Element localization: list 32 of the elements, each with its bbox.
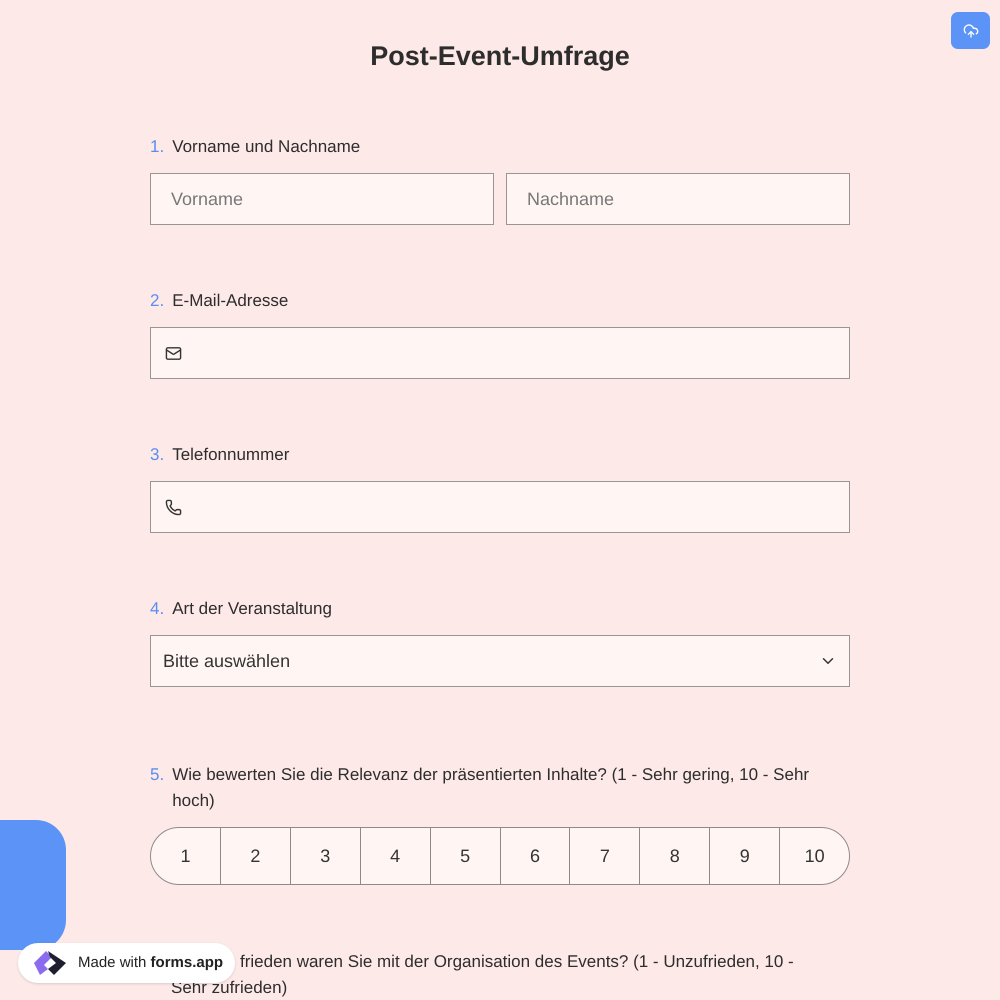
rating-option[interactable]: 1 — [150, 827, 221, 885]
phone-icon — [165, 498, 182, 516]
email-field[interactable] — [150, 327, 850, 379]
question-label: Wie bewerten Sie die Relevanz der präsentierten Inhalte? (1 - Sehr gering, 10 - Sehr hoch) — [172, 764, 810, 812]
question-number: 2. — [150, 290, 164, 312]
rating-option[interactable]: 7 — [569, 827, 640, 885]
form-title: Post-Event-Umfrage — [370, 40, 630, 73]
question-number: 5. — [150, 764, 164, 786]
rating-option[interactable]: 9 — [709, 827, 780, 885]
upload-button[interactable] — [951, 12, 990, 49]
question-label-line: frieden waren Sie mit der Organisation des Events? (1 - Unzufrieden, 10 - — [240, 951, 794, 973]
rating-option[interactable]: 3 — [290, 827, 361, 885]
rating-option[interactable]: 2 — [220, 827, 291, 885]
select-dropdown[interactable]: Bitte auswählen — [150, 635, 850, 687]
text-field[interactable]: Nachname — [506, 173, 850, 225]
phone-field[interactable] — [150, 481, 850, 533]
cloud-upload-icon — [962, 22, 978, 38]
rating-option[interactable]: 4 — [360, 827, 431, 885]
question-label: Telefonnummer — [172, 444, 290, 466]
question-number: 3. — [150, 444, 164, 466]
badge-text: Made with forms.app — [78, 952, 224, 973]
question-label: Art der Veranstaltung — [172, 598, 332, 620]
question-label: Vorname und Nachname — [172, 136, 360, 158]
rating-option[interactable]: 6 — [500, 827, 570, 885]
envelope-icon — [165, 344, 182, 362]
question-number: 4. — [150, 598, 164, 620]
rating-option[interactable]: 10 — [779, 827, 850, 885]
rating-option[interactable]: 5 — [430, 827, 501, 885]
question-number: 1. — [150, 136, 164, 158]
question-label: E-Mail-Adresse — [172, 290, 288, 312]
rating-option[interactable]: 8 — [639, 827, 710, 885]
text-field[interactable]: Vorname — [150, 173, 494, 225]
